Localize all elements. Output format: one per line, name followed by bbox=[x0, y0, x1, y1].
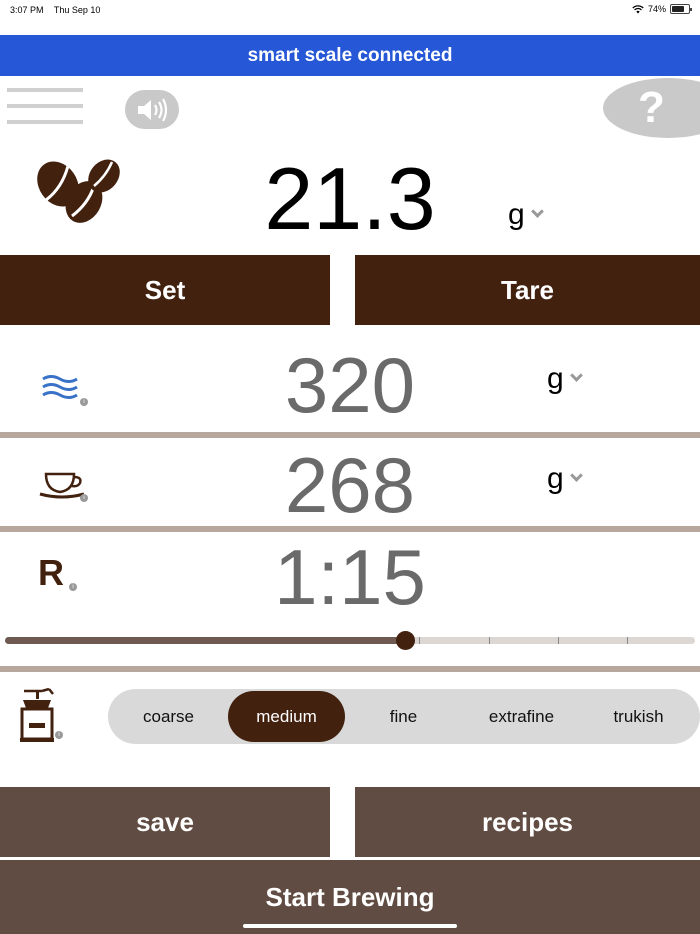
connection-banner: smart scale connected bbox=[0, 35, 700, 76]
ratio-slider[interactable] bbox=[5, 631, 695, 650]
water-waves-icon bbox=[42, 375, 78, 399]
grind-info-icon[interactable]: i bbox=[55, 731, 63, 739]
cup-info-icon[interactable]: i bbox=[80, 494, 88, 502]
water-unit-select[interactable]: g bbox=[547, 362, 583, 396]
help-button[interactable]: ? bbox=[603, 78, 700, 138]
chevron-down-icon bbox=[569, 468, 583, 482]
grind-option-coarse[interactable]: coarse bbox=[110, 691, 227, 742]
save-button[interactable]: save bbox=[0, 787, 330, 857]
cup-value: 268 bbox=[284, 441, 416, 529]
divider bbox=[0, 432, 700, 438]
coffee-weight-value: 21.3 bbox=[264, 149, 436, 248]
battery-percent: 74% bbox=[647, 4, 666, 14]
slider-tick bbox=[419, 637, 420, 644]
hamburger-icon[interactable] bbox=[7, 88, 83, 126]
ratio-icon: R bbox=[38, 552, 64, 593]
grind-option-trukish[interactable]: trukish bbox=[580, 691, 697, 742]
set-button[interactable]: Set bbox=[0, 255, 330, 325]
coffee-grinder-icon bbox=[20, 688, 54, 742]
home-indicator bbox=[243, 924, 457, 928]
help-question-icon: ? bbox=[638, 83, 665, 132]
coffee-cup-icon bbox=[39, 472, 85, 499]
ratio-value: 1:15 bbox=[274, 533, 426, 621]
ratio-info-icon[interactable]: i bbox=[69, 583, 77, 591]
tare-button[interactable]: Tare bbox=[355, 255, 700, 325]
slider-tick bbox=[558, 637, 559, 644]
status-time: 3:07 PM bbox=[10, 5, 44, 15]
water-info-icon[interactable]: i bbox=[80, 398, 88, 406]
slider-tick bbox=[489, 637, 490, 644]
speaker-button[interactable] bbox=[125, 90, 179, 129]
slider-tick bbox=[627, 637, 628, 644]
wifi-icon bbox=[632, 4, 644, 13]
slider-thumb[interactable] bbox=[396, 631, 416, 650]
grind-option-fine[interactable]: fine bbox=[345, 691, 462, 742]
grind-option-extrafine[interactable]: extrafine bbox=[463, 691, 580, 742]
chevron-down-icon bbox=[569, 368, 583, 382]
water-unit-label: g bbox=[547, 362, 564, 395]
recipes-button[interactable]: recipes bbox=[355, 787, 700, 857]
cup-unit-label: g bbox=[547, 462, 564, 495]
coffee-unit-select[interactable]: g bbox=[508, 198, 544, 232]
start-brewing-button[interactable]: Start Brewing bbox=[0, 860, 700, 934]
grind-option-medium[interactable]: medium bbox=[228, 691, 345, 742]
divider bbox=[0, 666, 700, 672]
cup-unit-select[interactable]: g bbox=[547, 462, 583, 496]
coffee-beans-icon bbox=[37, 159, 120, 223]
status-bar: 3:07 PM Thu Sep 10 74% bbox=[0, 0, 700, 20]
coffee-unit-label: g bbox=[508, 198, 525, 231]
battery-icon bbox=[670, 4, 692, 14]
slider-fill bbox=[5, 637, 406, 644]
status-date: Thu Sep 10 bbox=[53, 5, 101, 15]
grind-segmented-control: coarse medium fine extrafine trukish bbox=[108, 689, 700, 744]
chevron-down-icon bbox=[530, 204, 544, 218]
speaker-icon bbox=[138, 97, 168, 122]
water-value: 320 bbox=[284, 341, 416, 429]
